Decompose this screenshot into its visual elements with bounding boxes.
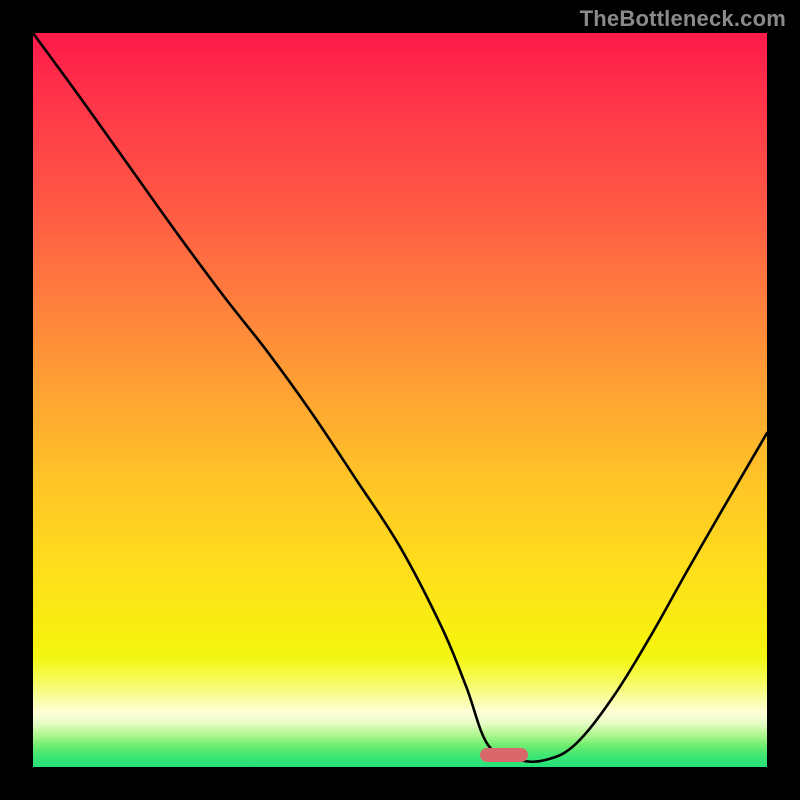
optimal-marker [480, 748, 528, 762]
chart-frame: TheBottleneck.com [0, 0, 800, 800]
bottleneck-curve [33, 33, 767, 762]
watermark-text: TheBottleneck.com [580, 6, 786, 32]
plot-area [33, 33, 767, 767]
curve-layer [33, 33, 767, 767]
